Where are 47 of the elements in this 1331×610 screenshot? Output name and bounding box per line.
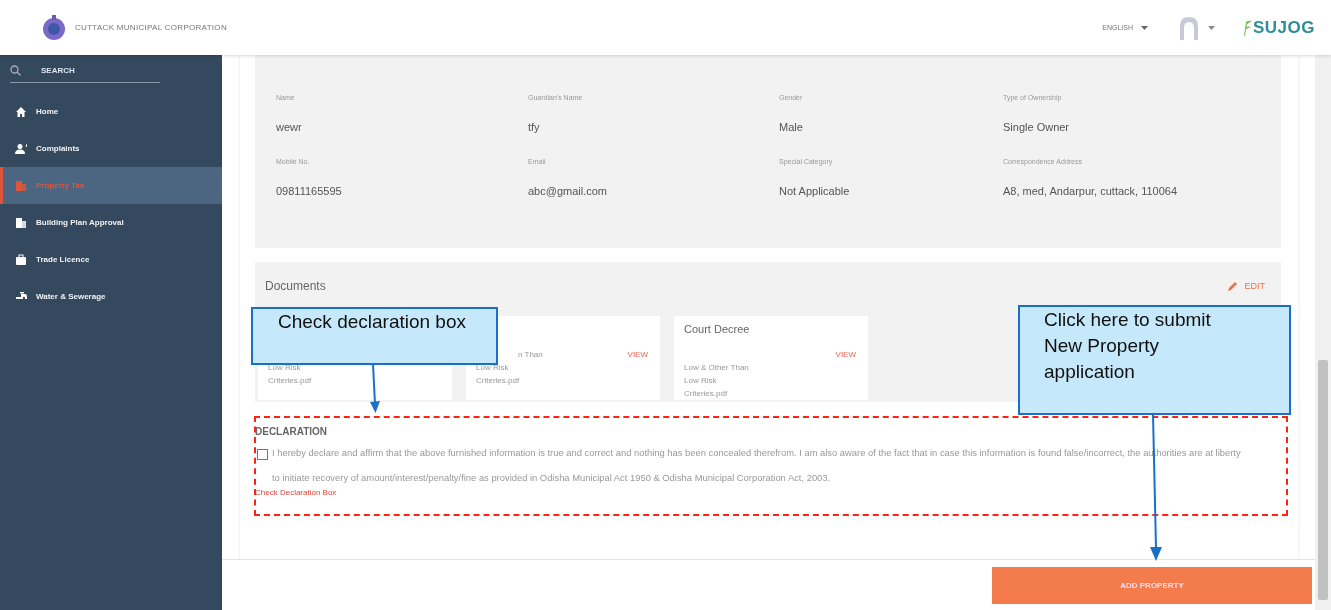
building-icon	[15, 216, 27, 229]
search-field[interactable]: SEARCH	[39, 65, 133, 76]
brand-logo: SUJOG	[1252, 17, 1315, 38]
sidebar-item[interactable]: Complaints	[0, 130, 222, 167]
sidebar-item[interactable]: Home	[0, 93, 222, 130]
caret-icon	[1140, 25, 1148, 30]
person-icon	[15, 142, 27, 155]
edit-button[interactable]: EDIT	[1222, 280, 1271, 292]
building-icon	[15, 179, 27, 192]
section-title: DECLARATION	[255, 426, 329, 437]
document-description: n Than	[517, 349, 543, 361]
field-value: A8, med, Andarpur, cuttack, 110064	[1003, 185, 1179, 197]
section-title: Documents	[265, 279, 326, 293]
view-link[interactable]: VIEW	[835, 350, 856, 359]
field-value: wewr	[276, 121, 303, 133]
field-value: Not Applicable	[779, 185, 851, 197]
caret-icon	[1207, 25, 1215, 30]
sidebar-item[interactable]: Trade Licence	[0, 241, 222, 278]
pencil-icon	[1228, 281, 1239, 291]
field-value: tfy	[528, 121, 541, 133]
arrow	[368, 364, 382, 414]
field-value: Single Owner	[1003, 121, 1071, 133]
document-title: Court Decree	[684, 323, 750, 337]
field-value: 09811165595	[276, 185, 343, 197]
document-description: Low Risk	[684, 375, 718, 387]
callout-box: Check declaration box	[251, 307, 498, 365]
document-description: Low & Other Than	[684, 362, 750, 374]
briefcase-icon	[15, 253, 27, 266]
callout-box: Click here to submit New Property application	[1018, 305, 1291, 415]
document-description: Low Risk	[476, 362, 510, 374]
document-description: Criteries.pdf	[476, 375, 521, 387]
sidebar-item[interactable]: Water & Sewerage	[0, 278, 222, 315]
field-value: Male	[779, 121, 804, 133]
sidebar-item[interactable]: Building Plan Approval	[0, 204, 222, 241]
home-icon	[15, 105, 27, 118]
search-icon	[10, 65, 21, 76]
field-value: abc@gmail.com	[528, 185, 609, 197]
checkbox[interactable]	[257, 449, 268, 460]
document-description: Low Risk	[268, 362, 302, 374]
emblem-icon	[41, 14, 67, 41]
avatar-icon	[1177, 15, 1200, 40]
document-description: Criteries.pdf	[684, 388, 729, 400]
document-description: Criteries.pdf	[268, 375, 312, 387]
leaf-icon	[1242, 19, 1252, 36]
organization-name: CUTTACK MUNICIPAL CORPORATION	[75, 23, 227, 32]
view-link[interactable]: VIEW	[627, 350, 648, 359]
error-message: Check Declaration Box	[255, 488, 338, 497]
